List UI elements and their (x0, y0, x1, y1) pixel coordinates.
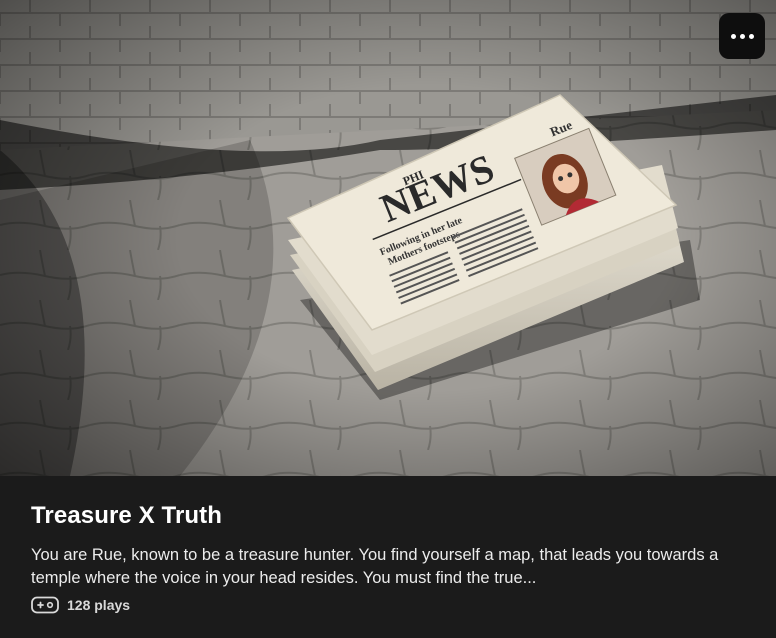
gamepad-icon (31, 596, 59, 614)
card-info: Treasure X Truth You are Rue, known to b… (0, 476, 776, 638)
play-count-label: 128 plays (67, 597, 131, 613)
play-count: 128 plays (31, 596, 130, 614)
game-card[interactable]: PHI NEWS Following in her late Mothers f… (0, 0, 776, 638)
game-title[interactable]: Treasure X Truth (31, 502, 222, 530)
more-horizontal-icon (730, 33, 754, 39)
game-description: You are Rue, known to be a treasure hunt… (31, 546, 719, 587)
more-options-button[interactable] (719, 13, 765, 59)
cover-image[interactable]: PHI NEWS Following in her late Mothers f… (0, 0, 776, 476)
